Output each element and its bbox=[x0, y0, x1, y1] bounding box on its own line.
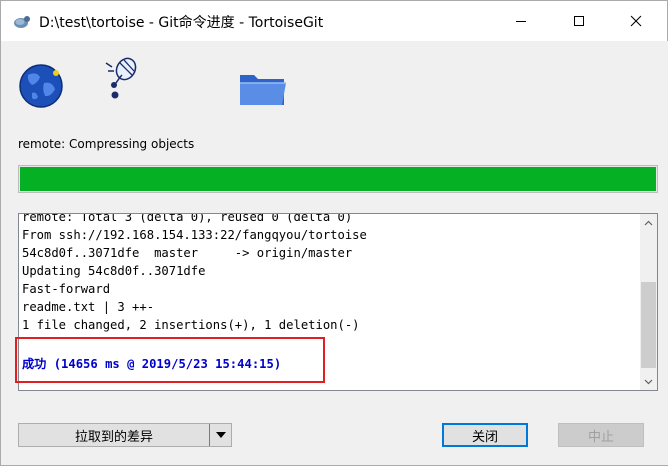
scroll-down-button[interactable] bbox=[640, 373, 657, 390]
close-icon bbox=[630, 15, 642, 27]
progress-window: D:\test\tortoise - Git命令进度 - TortoiseGit bbox=[0, 0, 668, 466]
window-title: D:\test\tortoise - Git命令进度 - TortoiseGit bbox=[39, 15, 324, 31]
progress-bar bbox=[18, 165, 658, 193]
minimize-icon bbox=[516, 21, 526, 22]
close-window-button[interactable] bbox=[613, 1, 659, 41]
log-line: Fast-forward bbox=[22, 282, 111, 296]
client-area: remote: Compressing objects remote: Tota… bbox=[2, 41, 668, 465]
status-label: remote: Compressing objects bbox=[18, 137, 195, 151]
log-lines: remote: Total 3 (delta 0), reused 0 (del… bbox=[22, 213, 634, 334]
maximize-button[interactable] bbox=[556, 1, 602, 41]
log-line: Updating 54c8d0f..3071dfe bbox=[22, 264, 206, 278]
chevron-down-icon bbox=[644, 379, 653, 384]
dropdown-arrow-icon bbox=[215, 432, 226, 438]
log-line: remote: Total 3 (delta 0), reused 0 (del… bbox=[22, 213, 353, 224]
progress-fill bbox=[20, 167, 656, 191]
vertical-scrollbar[interactable] bbox=[640, 214, 657, 390]
title-bar[interactable]: D:\test\tortoise - Git命令进度 - TortoiseGit bbox=[1, 1, 667, 41]
log-line: 54c8d0f..3071dfe master -> origin/master bbox=[22, 246, 353, 260]
folder-icon bbox=[240, 75, 286, 105]
log-line: 1 file changed, 2 insertions(+), 1 delet… bbox=[22, 318, 360, 332]
pulled-diff-button[interactable]: 拉取到的差异 bbox=[18, 423, 232, 447]
globe-icon bbox=[19, 64, 63, 108]
chevron-up-icon bbox=[644, 220, 653, 225]
log-line: readme.txt | 3 ++- bbox=[22, 300, 155, 314]
tortoisegit-icon bbox=[14, 16, 30, 28]
scroll-up-button[interactable] bbox=[640, 214, 657, 231]
turtle-icon bbox=[105, 57, 137, 99]
log-line: From ssh://192.168.154.133:22/fangqyou/t… bbox=[22, 228, 367, 242]
pulled-diff-label: 拉取到的差异 bbox=[74, 429, 153, 445]
dropdown-arrow-button[interactable] bbox=[209, 424, 231, 446]
abort-button[interactable]: 中止 bbox=[558, 423, 644, 447]
minimize-button[interactable] bbox=[498, 1, 544, 41]
maximize-icon bbox=[574, 16, 584, 26]
close-button[interactable]: 关闭 bbox=[442, 423, 528, 447]
scrollbar-thumb[interactable] bbox=[641, 282, 656, 368]
success-highlight-box bbox=[15, 337, 325, 383]
